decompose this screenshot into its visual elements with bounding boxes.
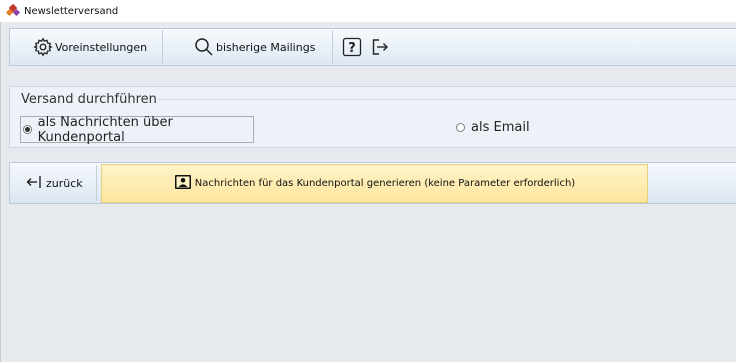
help-icon: ? (342, 37, 362, 57)
gear-icon (33, 37, 53, 57)
toolbar: Voreinstellungen bisherige Mailings ? (9, 28, 736, 66)
action-bar: zurück Nachrichten für das Kundenportal … (9, 162, 736, 204)
exit-icon (371, 37, 389, 57)
radio-portal-label: als Nachrichten über Kundenportal (37, 114, 173, 145)
app-diamond-icon (5, 3, 21, 17)
radio-portal-option[interactable]: als Nachrichten über Kundenportal (20, 114, 254, 145)
dispatch-group-title: Versand durchführen (21, 92, 157, 107)
back-label: zurück (46, 176, 83, 190)
group-divider (158, 99, 736, 100)
arrow-left-icon (26, 174, 42, 193)
exit-button[interactable] (371, 29, 391, 65)
help-button[interactable]: ? (342, 29, 362, 65)
back-button[interactable]: zurück (10, 163, 96, 203)
title-bar: Newsletterversand (0, 0, 736, 22)
toolbar-separator (332, 30, 333, 64)
portal-contact-icon (174, 174, 192, 193)
generate-label: Nachrichten für das Kundenportal generie… (194, 178, 576, 189)
presets-button[interactable]: Voreinstellungen (10, 29, 162, 65)
generate-portal-messages-button[interactable]: Nachrichten für das Kundenportal generie… (101, 164, 648, 203)
previous-mailings-label: bisherige Mailings (216, 40, 316, 54)
search-icon (194, 37, 214, 57)
radio-email-label: als Email (471, 120, 530, 135)
radio-email-indicator[interactable] (456, 123, 465, 132)
presets-label: Voreinstellungen (55, 40, 148, 54)
main-area: Voreinstellungen bisherige Mailings ? Ve… (0, 22, 736, 362)
action-separator (96, 165, 97, 201)
radio-portal-indicator[interactable] (23, 125, 32, 134)
svg-text:?: ? (348, 41, 356, 56)
dispatch-group: Versand durchführen als Nachrichten über… (9, 86, 736, 148)
radio-email-option[interactable]: als Email (456, 120, 530, 135)
previous-mailings-button[interactable]: bisherige Mailings (163, 29, 332, 65)
window-title: Newsletterversand (24, 5, 119, 17)
